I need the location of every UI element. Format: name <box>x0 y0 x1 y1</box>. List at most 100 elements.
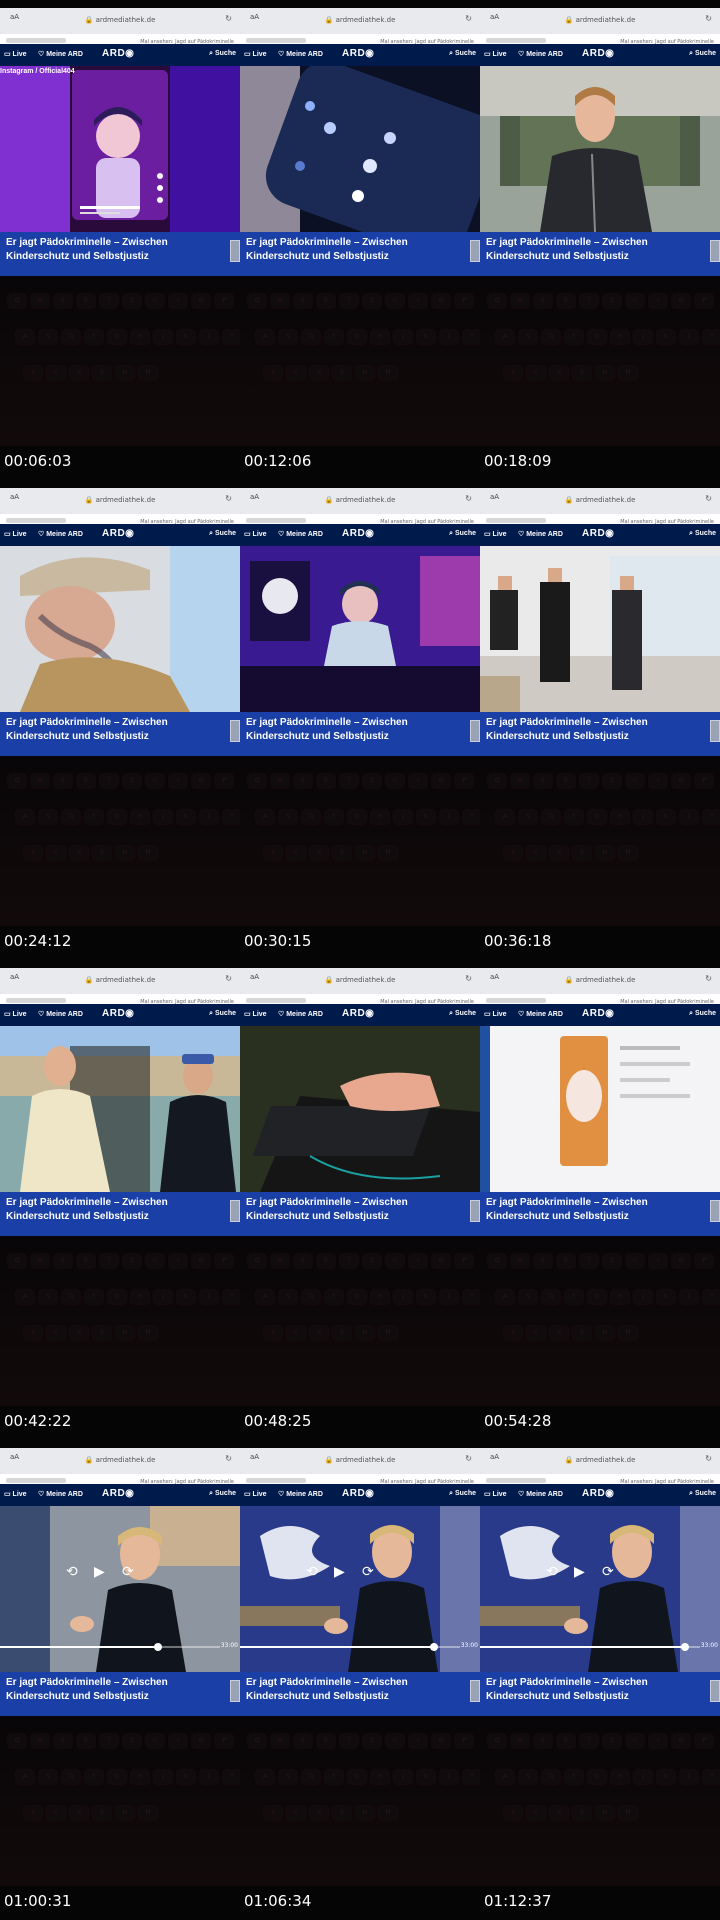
nav-live[interactable]: ▭ Live <box>4 1010 27 1018</box>
next-thumbnail[interactable] <box>710 1680 720 1702</box>
ard-logo[interactable]: ARD◉ <box>342 48 374 59</box>
play-icon[interactable]: ▶ <box>334 1564 345 1580</box>
ard-logo[interactable]: ARD◉ <box>582 1488 614 1499</box>
nav-suche[interactable]: ⌕ Suche <box>209 50 236 58</box>
nav-live[interactable]: ▭ Live <box>484 530 507 538</box>
play-icon[interactable]: ▶ <box>574 1564 585 1580</box>
nav-meine-ard[interactable]: ♡ Meine ARD <box>38 1490 83 1498</box>
ard-logo[interactable]: ARD◉ <box>582 48 614 59</box>
next-thumbnail[interactable] <box>710 1200 720 1222</box>
play-icon[interactable]: ▶ <box>94 1564 105 1580</box>
video-frame[interactable] <box>480 1026 720 1192</box>
nav-live[interactable]: ▭ Live <box>244 530 267 538</box>
progress-bar[interactable] <box>480 1643 700 1651</box>
next-thumbnail[interactable] <box>230 1200 240 1222</box>
ard-logo[interactable]: ARD◉ <box>342 1008 374 1019</box>
nav-suche[interactable]: ⌕ Suche <box>209 530 236 538</box>
nav-meine-ard[interactable]: ♡ Meine ARD <box>278 50 323 58</box>
next-thumbnail[interactable] <box>710 240 720 262</box>
ard-logo[interactable]: ARD◉ <box>342 528 374 539</box>
reload-icon[interactable]: ↻ <box>225 14 232 23</box>
rewind-icon[interactable]: ⟲ <box>306 1564 318 1580</box>
address-url[interactable]: 🔒 ardmediathek.de <box>240 1456 480 1464</box>
progress-bar[interactable] <box>240 1643 460 1651</box>
ard-logo[interactable]: ARD◉ <box>582 1008 614 1019</box>
nav-meine-ard[interactable]: ♡ Meine ARD <box>278 1010 323 1018</box>
progress-bar[interactable] <box>0 1643 220 1651</box>
nav-live[interactable]: ▭ Live <box>484 1490 507 1498</box>
progress-knob[interactable] <box>680 1643 689 1651</box>
reload-icon[interactable]: ↻ <box>225 1454 232 1463</box>
address-url[interactable]: 🔒 ardmediathek.de <box>480 16 720 24</box>
next-thumbnail[interactable] <box>470 720 480 742</box>
nav-suche[interactable]: ⌕ Suche <box>449 530 476 538</box>
ard-logo[interactable]: ARD◉ <box>102 528 134 539</box>
reload-icon[interactable]: ↻ <box>705 1454 712 1463</box>
nav-suche[interactable]: ⌕ Suche <box>689 1010 716 1018</box>
reload-icon[interactable]: ↻ <box>225 494 232 503</box>
nav-meine-ard[interactable]: ♡ Meine ARD <box>518 1010 563 1018</box>
next-thumbnail[interactable] <box>230 720 240 742</box>
nav-suche[interactable]: ⌕ Suche <box>449 50 476 58</box>
reload-icon[interactable]: ↻ <box>705 974 712 983</box>
video-frame[interactable] <box>480 546 720 712</box>
reload-icon[interactable]: ↻ <box>465 974 472 983</box>
ard-logo[interactable]: ARD◉ <box>102 1488 134 1499</box>
nav-meine-ard[interactable]: ♡ Meine ARD <box>38 50 83 58</box>
forward-icon[interactable]: ⟳ <box>122 1564 134 1580</box>
progress-knob[interactable] <box>154 1643 163 1651</box>
video-frame[interactable]: ⟲ ▶ ⟳ 33:00 <box>480 1506 720 1672</box>
rewind-icon[interactable]: ⟲ <box>546 1564 558 1580</box>
video-frame[interactable]: Instagram / Official404 <box>0 66 240 232</box>
video-frame[interactable] <box>0 546 240 712</box>
nav-suche[interactable]: ⌕ Suche <box>209 1010 236 1018</box>
nav-live[interactable]: ▭ Live <box>484 1010 507 1018</box>
reload-icon[interactable]: ↻ <box>465 494 472 503</box>
nav-meine-ard[interactable]: ♡ Meine ARD <box>278 530 323 538</box>
address-url[interactable]: 🔒 ardmediathek.de <box>480 1456 720 1464</box>
next-thumbnail[interactable] <box>230 240 240 262</box>
ard-logo[interactable]: ARD◉ <box>102 48 134 59</box>
progress-knob[interactable] <box>429 1643 438 1651</box>
ard-logo[interactable]: ARD◉ <box>342 1488 374 1499</box>
nav-suche[interactable]: ⌕ Suche <box>449 1490 476 1498</box>
nav-live[interactable]: ▭ Live <box>4 530 27 538</box>
nav-meine-ard[interactable]: ♡ Meine ARD <box>278 1490 323 1498</box>
nav-suche[interactable]: ⌕ Suche <box>689 50 716 58</box>
nav-suche[interactable]: ⌕ Suche <box>449 1010 476 1018</box>
rewind-icon[interactable]: ⟲ <box>66 1564 78 1580</box>
next-thumbnail[interactable] <box>470 240 480 262</box>
nav-meine-ard[interactable]: ♡ Meine ARD <box>38 1010 83 1018</box>
ard-logo[interactable]: ARD◉ <box>582 528 614 539</box>
reload-icon[interactable]: ↻ <box>705 14 712 23</box>
nav-live[interactable]: ▭ Live <box>484 50 507 58</box>
nav-meine-ard[interactable]: ♡ Meine ARD <box>518 50 563 58</box>
video-frame[interactable] <box>240 546 480 712</box>
video-frame[interactable] <box>240 66 480 232</box>
nav-suche[interactable]: ⌕ Suche <box>209 1490 236 1498</box>
forward-icon[interactable]: ⟳ <box>362 1564 374 1580</box>
video-frame[interactable] <box>240 1026 480 1192</box>
reload-icon[interactable]: ↻ <box>465 14 472 23</box>
address-url[interactable]: 🔒 ardmediathek.de <box>0 1456 240 1464</box>
next-thumbnail[interactable] <box>710 720 720 742</box>
address-url[interactable]: 🔒 ardmediathek.de <box>480 496 720 504</box>
ard-logo[interactable]: ARD◉ <box>102 1008 134 1019</box>
nav-suche[interactable]: ⌕ Suche <box>689 530 716 538</box>
video-frame[interactable] <box>0 1026 240 1192</box>
next-thumbnail[interactable] <box>230 1680 240 1702</box>
nav-live[interactable]: ▭ Live <box>244 1010 267 1018</box>
video-frame[interactable] <box>480 66 720 232</box>
address-url[interactable]: 🔒 ardmediathek.de <box>240 496 480 504</box>
reload-icon[interactable]: ↻ <box>465 1454 472 1463</box>
nav-live[interactable]: ▭ Live <box>4 50 27 58</box>
video-frame[interactable]: ⟲ ▶ ⟳ 33:00 <box>0 1506 240 1672</box>
address-url[interactable]: 🔒 ardmediathek.de <box>0 496 240 504</box>
nav-meine-ard[interactable]: ♡ Meine ARD <box>518 530 563 538</box>
next-thumbnail[interactable] <box>470 1680 480 1702</box>
address-url[interactable]: 🔒 ardmediathek.de <box>0 16 240 24</box>
nav-live[interactable]: ▭ Live <box>4 1490 27 1498</box>
nav-suche[interactable]: ⌕ Suche <box>689 1490 716 1498</box>
video-frame[interactable]: ⟲ ▶ ⟳ 33:00 <box>240 1506 480 1672</box>
address-url[interactable]: 🔒 ardmediathek.de <box>240 16 480 24</box>
